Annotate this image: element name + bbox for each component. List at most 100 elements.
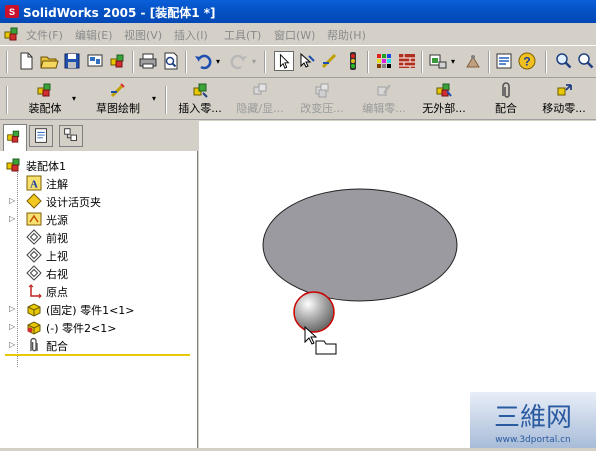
menu-view[interactable]: 视图(V) (124, 27, 162, 43)
assembly-dropdown-arrow-icon[interactable]: ▾ (72, 94, 76, 103)
tree-item-label: 注解 (46, 178, 68, 191)
menu-edit[interactable]: 编辑(E) (75, 27, 113, 43)
feature-manager-tab-icon[interactable] (3, 124, 27, 151)
sketch-pencil-icon (110, 83, 125, 98)
select-other-icon[interactable] (297, 51, 317, 71)
edit-component-button[interactable]: 编辑零... (356, 81, 412, 117)
tree-item-part1[interactable]: ▷ (固定) 零件1<1> (0, 300, 190, 318)
tree-item-label: 装配体1 (26, 160, 66, 173)
toolbar-separator (545, 51, 547, 73)
properties-icon[interactable] (494, 51, 514, 71)
configuration-manager-tab-icon[interactable] (59, 125, 83, 147)
toolbar-separator (165, 86, 167, 114)
print-icon[interactable] (138, 51, 158, 71)
svg-text:A: A (30, 179, 38, 191)
sketch-dropdown-arrow-icon[interactable]: ▾ (152, 94, 156, 103)
tree-item-label: 上视 (46, 250, 68, 263)
lighting-icon (26, 212, 42, 226)
command-label: 无外部... (422, 102, 466, 115)
open-folder-icon[interactable] (39, 51, 59, 71)
menu-tools[interactable]: 工具(T) (224, 27, 261, 43)
help-icon[interactable]: ? (517, 51, 537, 71)
expand-arrow-icon[interactable]: ▷ (9, 197, 15, 205)
redo-dropdown-arrow-icon[interactable]: ▾ (252, 57, 256, 66)
move-component-icon (557, 84, 572, 96)
texture-icon[interactable] (397, 51, 417, 71)
command-label: 装配体 (28, 102, 62, 115)
traffic-light-icon[interactable] (343, 51, 363, 71)
assembly-doc-icon[interactable] (3, 26, 20, 42)
tree-item-label: 配合 (46, 340, 68, 353)
no-external-references-icon (436, 83, 452, 97)
site-watermark: 三維网 www.3dportal.cn (470, 392, 596, 448)
hide-show-component-button[interactable]: 隐藏/显... (232, 81, 288, 117)
annotation-icon: A (26, 175, 42, 191)
plane-icon (26, 229, 42, 245)
rollback-bar[interactable] (5, 354, 190, 356)
menu-bar: 文件(F) 编辑(E) 视图(V) 插入(I) 工具(T) 窗口(W) 帮助(H… (0, 23, 596, 45)
design-binder-icon (26, 193, 42, 209)
sketch-icon[interactable] (320, 51, 340, 71)
undo-icon[interactable] (193, 51, 213, 71)
mate-button[interactable]: 配合 (484, 81, 528, 117)
menu-insert[interactable]: 插入(I) (174, 27, 208, 43)
no-external-references-button[interactable]: 无外部... (416, 81, 472, 117)
redo-icon[interactable] (229, 51, 249, 71)
tree-root-assembly[interactable]: 装配体1 (0, 156, 190, 174)
move-component-button[interactable]: 移动零... (534, 81, 594, 117)
expand-arrow-icon[interactable]: ▷ (9, 323, 15, 331)
save-icon[interactable] (62, 51, 82, 71)
command-label: 草图绘制 (96, 102, 140, 115)
select-pointer-icon[interactable] (274, 51, 294, 71)
tree-item-front-plane[interactable]: 前视 (0, 228, 190, 246)
new-document-icon[interactable] (16, 51, 36, 71)
options-icon[interactable] (463, 51, 483, 71)
command-label: 编辑零... (362, 102, 406, 115)
plane-icon (26, 247, 42, 263)
make-assembly-icon[interactable] (108, 51, 128, 71)
insert-component-button[interactable]: 插入零... (172, 81, 228, 117)
tree-item-lighting[interactable]: ▷ 光源 (0, 210, 190, 228)
color-palette-icon[interactable] (374, 51, 394, 71)
tree-item-label: 前视 (46, 232, 68, 245)
tree-item-mates[interactable]: ▷ 配合 (0, 336, 190, 354)
svg-text:?: ? (523, 55, 530, 69)
change-suppression-button[interactable]: 改变压... (294, 81, 350, 117)
make-drawing-icon[interactable] (85, 51, 105, 71)
tree-item-label: 设计活页夹 (46, 196, 101, 209)
tree-item-label: 右视 (46, 268, 68, 281)
layout-icon[interactable] (428, 51, 448, 71)
assembly-command-button[interactable]: 装配体 (18, 81, 72, 117)
svg-text:S: S (9, 7, 15, 17)
panel-tabs (0, 121, 198, 151)
property-manager-tab-icon[interactable] (29, 125, 53, 147)
insert-component-icon (193, 83, 208, 98)
mates-icon (30, 337, 38, 352)
menu-help[interactable]: 帮助(H) (327, 27, 366, 43)
plane-icon (26, 265, 42, 281)
expand-arrow-icon[interactable]: ▷ (9, 215, 15, 223)
menu-window[interactable]: 窗口(W) (274, 27, 315, 43)
command-label: 改变压... (300, 102, 344, 115)
sphere-part[interactable] (293, 291, 335, 333)
menu-file[interactable]: 文件(F) (26, 27, 63, 43)
tree-item-annotations[interactable]: A 注解 (0, 174, 190, 192)
zoom-area-icon[interactable] (576, 51, 596, 71)
tree-item-design-binder[interactable]: ▷ 设计活页夹 (0, 192, 190, 210)
sketch-command-button[interactable]: 草图绘制 (90, 81, 146, 117)
command-label: 移动零... (542, 102, 586, 115)
watermark-url: www.3dportal.cn (495, 435, 571, 445)
tree-item-part2[interactable]: ▷ (-) 零件2<1> (0, 318, 190, 336)
expand-arrow-icon[interactable]: ▷ (9, 341, 15, 349)
disc-part[interactable] (262, 188, 458, 302)
toolbar-separator (132, 51, 134, 73)
layout-dropdown-arrow-icon[interactable]: ▾ (451, 57, 455, 66)
print-preview-icon[interactable] (161, 51, 181, 71)
undo-dropdown-arrow-icon[interactable]: ▾ (216, 57, 220, 66)
expand-arrow-icon[interactable]: ▷ (9, 305, 15, 313)
tree-item-top-plane[interactable]: 上视 (0, 246, 190, 264)
edit-component-icon (377, 84, 391, 96)
tree-item-origin[interactable]: 原点 (0, 282, 190, 300)
zoom-to-fit-icon[interactable] (554, 51, 574, 71)
tree-item-right-plane[interactable]: 右视 (0, 264, 190, 282)
